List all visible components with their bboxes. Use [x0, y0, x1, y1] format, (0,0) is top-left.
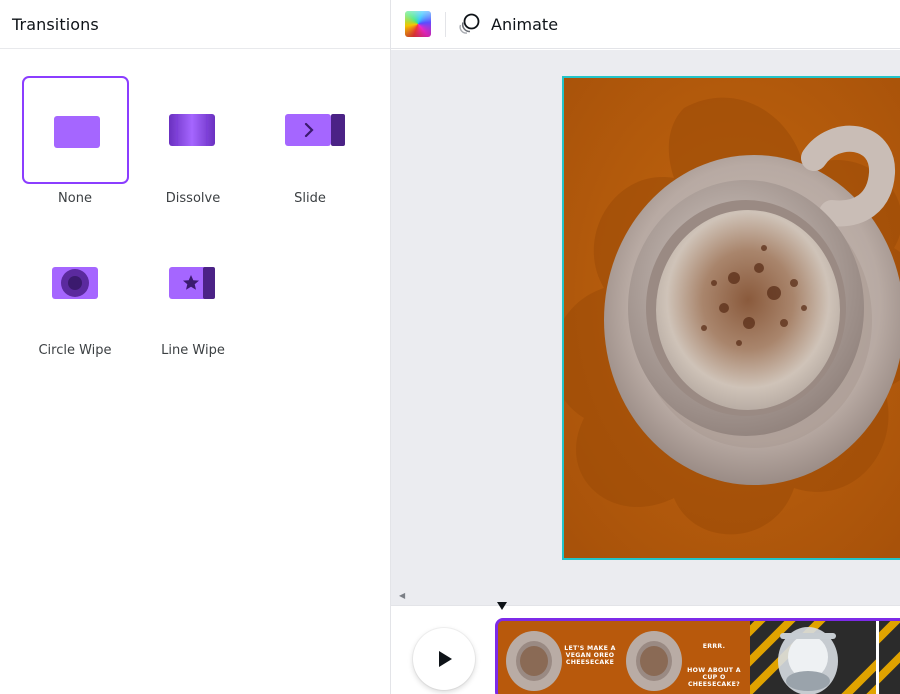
scroll-left-icon[interactable]: ◀	[399, 591, 405, 600]
transition-circle-wipe[interactable]	[22, 229, 129, 337]
canvas-area: ◀	[391, 50, 900, 605]
timeline-frame[interactable]: ERRR. HOW ABOUT A CUP O CHEESECAKE?	[624, 621, 750, 694]
toolbar-divider	[445, 12, 446, 37]
dissolve-transition-icon	[169, 114, 215, 146]
timeline-frame[interactable]	[863, 621, 900, 694]
editor-toolbar: Animate	[391, 0, 900, 49]
transition-slide[interactable]	[255, 76, 362, 184]
line-wipe-transition-icon	[169, 267, 215, 299]
design-artboard[interactable]	[562, 76, 900, 560]
animate-button[interactable]: Animate	[457, 8, 558, 40]
transition-line-wipe-label: Line Wipe	[161, 343, 225, 358]
transitions-panel: Transitions None Dissolve Slide Circle W…	[0, 0, 391, 694]
transition-circle-wipe-label: Circle Wipe	[38, 343, 112, 358]
playhead-marker-icon[interactable]	[496, 601, 508, 611]
frame-thumbnail-mixer	[737, 621, 893, 694]
timeline-frame[interactable]: LET'S MAKE A VEGAN OREO CHEESECAKE	[498, 621, 624, 694]
play-button[interactable]	[413, 628, 475, 690]
animate-icon	[459, 13, 480, 34]
transition-none-label: None	[58, 191, 92, 206]
timeline-clip-strip[interactable]: LET'S MAKE A VEGAN OREO CHEESECAKE ERRR.…	[495, 618, 900, 694]
slide-transition-icon	[285, 114, 345, 146]
panel-title: Transitions	[12, 14, 99, 34]
frame-2-caption-a: ERRR.	[702, 643, 726, 650]
play-icon	[439, 651, 452, 667]
frame-thumbnail-partial	[863, 621, 900, 694]
frame-2-caption-b: HOW ABOUT A CUP O CHEESECAKE?	[687, 667, 741, 688]
coffee-cup-image	[564, 78, 900, 558]
transition-dissolve-label: Dissolve	[165, 191, 221, 206]
circle-wipe-transition-icon	[52, 267, 98, 299]
transition-slide-label: Slide	[294, 191, 326, 206]
transition-none[interactable]	[22, 76, 129, 184]
color-picker-icon[interactable]	[405, 11, 431, 37]
timeline: LET'S MAKE A VEGAN OREO CHEESECAKE ERRR.…	[391, 602, 900, 694]
transition-line-wipe[interactable]	[139, 229, 246, 337]
none-transition-icon	[54, 116, 100, 148]
panel-header: Transitions	[0, 0, 390, 49]
transition-dissolve[interactable]	[139, 76, 246, 184]
timeline-frame[interactable]	[737, 621, 893, 694]
animate-label: Animate	[491, 14, 559, 34]
frame-1-caption: LET'S MAKE A VEGAN OREO CHEESECAKE	[564, 645, 616, 666]
